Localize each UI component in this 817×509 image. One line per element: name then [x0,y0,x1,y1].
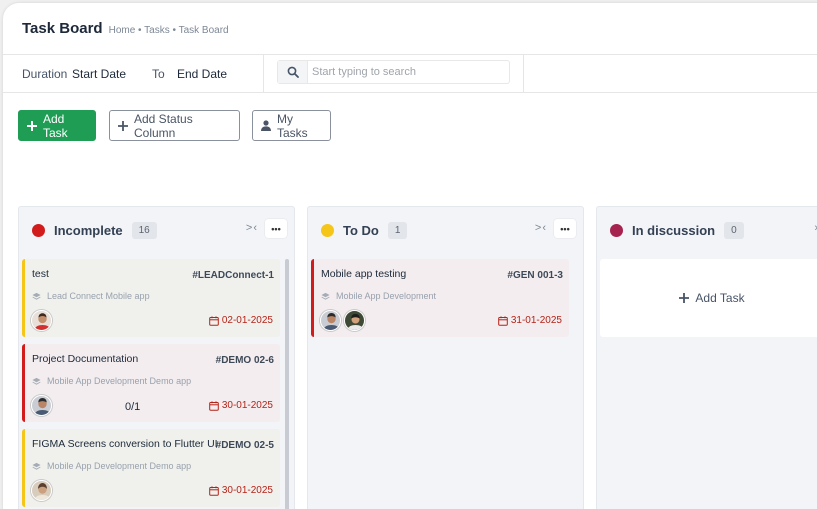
plus-icon [679,293,690,303]
status-column-in-discussion: In discussion 0 › Add Task [596,206,817,509]
task-count-badge: 1 [387,221,408,239]
search-icon[interactable] [278,61,308,83]
status-color-dot [321,223,334,237]
assignee-avatars [31,395,55,416]
column-scrollbar[interactable] [285,259,289,509]
task-project: Mobile App Development [321,291,436,301]
task-code: #DEMO 02-5 [215,440,274,451]
column-title: To Do [343,222,379,238]
calendar-icon [209,485,219,496]
filter-divider [263,55,264,92]
column-title: Incomplete [54,222,123,238]
layers-icon [321,292,330,301]
duration-label: Duration [22,66,68,81]
start-date-picker[interactable]: Start Date [72,67,126,81]
search-input[interactable] [308,66,503,78]
subtask-progress: 0/1 [125,401,141,413]
filter-divider [523,55,524,92]
column-more-button[interactable]: ••• [265,219,287,238]
search-box [277,60,510,84]
task-card[interactable]: Project Documentation #DEMO 02-6 Mobile … [22,344,280,422]
add-task-label: Add Task [695,291,745,305]
status-column-incomplete: Incomplete 16 >‹ ••• test #LEADConnect-1… [18,206,295,509]
task-count-badge: 16 [131,221,157,239]
due-date: 30-01-2025 [209,485,273,496]
plus-icon [27,120,37,131]
task-board-window: Task Board Home • Tasks • Task Board Dur… [3,3,817,509]
task-name: FIGMA Screens conversion to Flutter UI [32,438,218,450]
task-count-badge: 0 [724,221,744,239]
layers-icon [32,462,41,471]
calendar-icon [209,400,219,411]
user-icon [261,120,271,131]
column-title: In discussion [632,222,716,238]
due-date-value: 30-01-2025 [221,400,273,411]
avatar[interactable] [320,310,341,331]
plus-icon [118,120,128,131]
avatar[interactable] [31,480,52,501]
task-project: Mobile App Development Demo app [32,376,191,386]
due-date-value: 02-01-2025 [221,315,273,326]
column-header: To Do 1 >‹ ••• [308,207,583,253]
add-task-card[interactable]: Add Task [600,259,817,337]
due-date: 31-01-2025 [498,315,562,326]
task-name: Project Documentation [32,353,139,365]
layers-icon [32,292,41,301]
task-project-name: Mobile App Development Demo app [47,376,192,386]
collapse-column-icon[interactable]: >‹ [535,222,547,234]
end-date-picker[interactable]: End Date [177,67,227,81]
add-status-column-label: Add Status Column [134,111,193,140]
task-project-name: Mobile App Development Demo app [47,461,192,471]
task-name: test [32,268,49,280]
avatar[interactable] [344,310,365,331]
layers-icon [32,377,41,386]
breadcrumb[interactable]: Home • Tasks • Task Board [109,25,229,36]
collapse-column-icon[interactable]: >‹ [246,222,258,234]
task-code: #GEN 001-3 [507,270,563,281]
due-date: 30-01-2025 [209,400,273,411]
to-label: To [152,66,165,81]
my-tasks-label: My Tasks [277,111,308,140]
add-status-column-button[interactable]: Add Status Column [109,110,240,141]
task-name: Mobile app testing [321,268,407,280]
task-project: Mobile App Development Demo app [32,461,191,471]
calendar-icon [209,315,219,326]
status-color-dot [32,223,45,237]
add-task-label: Add Task [43,111,68,140]
assignee-avatars [320,310,368,331]
task-card[interactable]: FIGMA Screens conversion to Flutter UI #… [22,429,280,507]
task-card[interactable]: Mobile app testing #GEN 001-3 Mobile App… [311,259,569,337]
page-title: Task Board [22,20,103,37]
task-project-name: Mobile App Development [336,291,437,301]
task-code: #DEMO 02-6 [215,355,274,366]
column-header: Incomplete 16 >‹ ••• [19,207,294,253]
page-header: Task Board Home • Tasks • Task Board [3,3,817,55]
my-tasks-button[interactable]: My Tasks [252,110,331,141]
assignee-avatars [31,480,55,501]
column-more-button[interactable]: ••• [554,219,576,238]
task-code: #LEADConnect-1 [192,270,274,281]
column-header: In discussion 0 › [597,207,817,253]
due-date: 02-01-2025 [209,315,273,326]
task-project: Lead Connect Mobile app [32,291,150,301]
add-task-button[interactable]: Add Task [18,110,96,141]
assignee-avatars [31,310,55,331]
status-color-dot [610,223,623,237]
due-date-value: 30-01-2025 [221,485,273,496]
task-project-name: Lead Connect Mobile app [47,291,150,301]
status-column-to-do: To Do 1 >‹ ••• Mobile app testing #GEN 0… [307,206,584,509]
avatar[interactable] [31,310,52,331]
filter-bar: Duration Start Date To End Date [3,55,817,93]
calendar-icon [498,315,508,326]
avatar[interactable] [31,395,52,416]
due-date-value: 31-01-2025 [510,315,562,326]
task-card[interactable]: test #LEADConnect-1 Lead Connect Mobile … [22,259,280,337]
